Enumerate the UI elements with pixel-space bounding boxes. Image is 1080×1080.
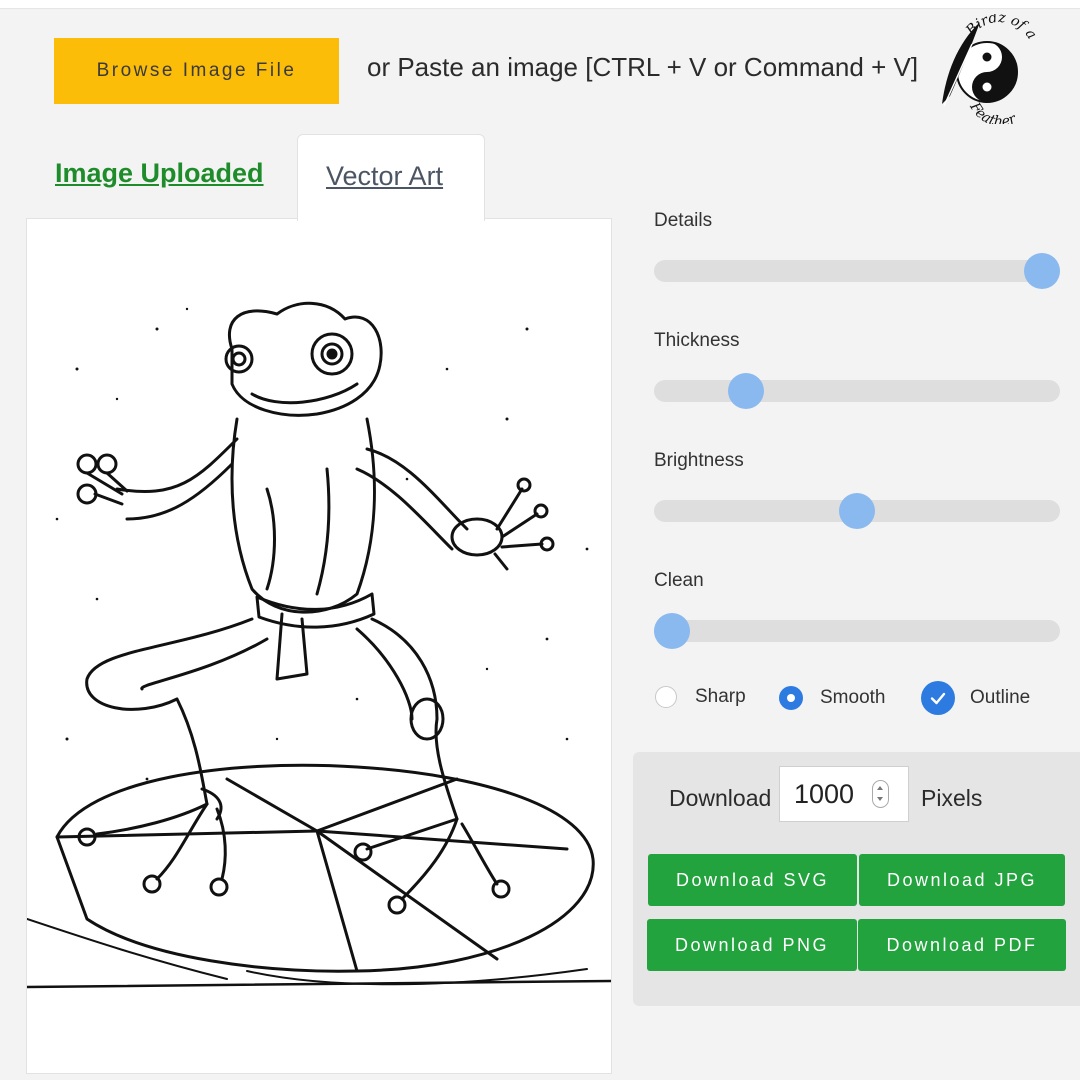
outline-checkbox[interactable] xyxy=(921,681,955,715)
frog-line-art-icon xyxy=(27,301,611,989)
tab-vector-art-label: Vector Art xyxy=(326,161,444,191)
details-slider[interactable] xyxy=(654,253,1060,289)
clean-label: Clean xyxy=(654,570,704,591)
top-border xyxy=(0,0,1080,9)
sharp-radio[interactable] xyxy=(655,686,677,708)
outline-label: Outline xyxy=(970,687,1031,708)
download-jpg-button[interactable]: Download JPG xyxy=(859,854,1065,906)
brightness-label: Brightness xyxy=(654,450,744,471)
download-png-button[interactable]: Download PNG xyxy=(647,919,857,971)
thickness-label: Thickness xyxy=(654,330,740,351)
svg-text:Feather: Feather xyxy=(966,99,1020,124)
tab-vector-art[interactable]: Vector Art xyxy=(297,134,485,221)
paste-hint: or Paste an image [CTRL + V or Command +… xyxy=(367,52,919,82)
sharp-option[interactable]: Sharp xyxy=(655,686,746,708)
stepper-icon[interactable] xyxy=(872,780,889,808)
checkmark-icon xyxy=(930,692,946,705)
brightness-slider-thumb[interactable] xyxy=(839,493,875,529)
sharp-label: Sharp xyxy=(695,686,746,707)
pixels-label: Pixels xyxy=(921,785,983,811)
details-slider-thumb[interactable] xyxy=(1024,253,1060,289)
clean-slider-thumb[interactable] xyxy=(654,613,690,649)
smooth-option[interactable]: Smooth xyxy=(779,686,885,710)
brightness-slider[interactable] xyxy=(654,493,1060,529)
vector-art-preview xyxy=(26,218,612,1074)
clean-slider[interactable] xyxy=(654,613,1060,649)
download-label: Download xyxy=(669,785,772,811)
thickness-slider[interactable] xyxy=(654,373,1060,409)
thickness-slider-thumb[interactable] xyxy=(728,373,764,409)
details-label: Details xyxy=(654,210,713,231)
tab-image-uploaded[interactable]: Image Uploaded xyxy=(55,158,264,189)
download-pdf-button[interactable]: Download PDF xyxy=(858,919,1066,971)
pixel-size-value: 1000 xyxy=(794,779,855,809)
outline-option[interactable]: Outline xyxy=(921,681,1030,715)
smooth-radio[interactable] xyxy=(779,686,803,710)
pixel-size-input[interactable]: 1000 xyxy=(779,766,909,822)
smooth-label: Smooth xyxy=(820,687,886,708)
svg-text:Birdz of a: Birdz of a xyxy=(962,14,1039,42)
download-svg-button[interactable]: Download SVG xyxy=(648,854,857,906)
browse-image-button[interactable]: Browse Image File xyxy=(54,38,339,104)
birdz-of-a-feather-logo: Birdz of a Feather xyxy=(932,10,1042,130)
